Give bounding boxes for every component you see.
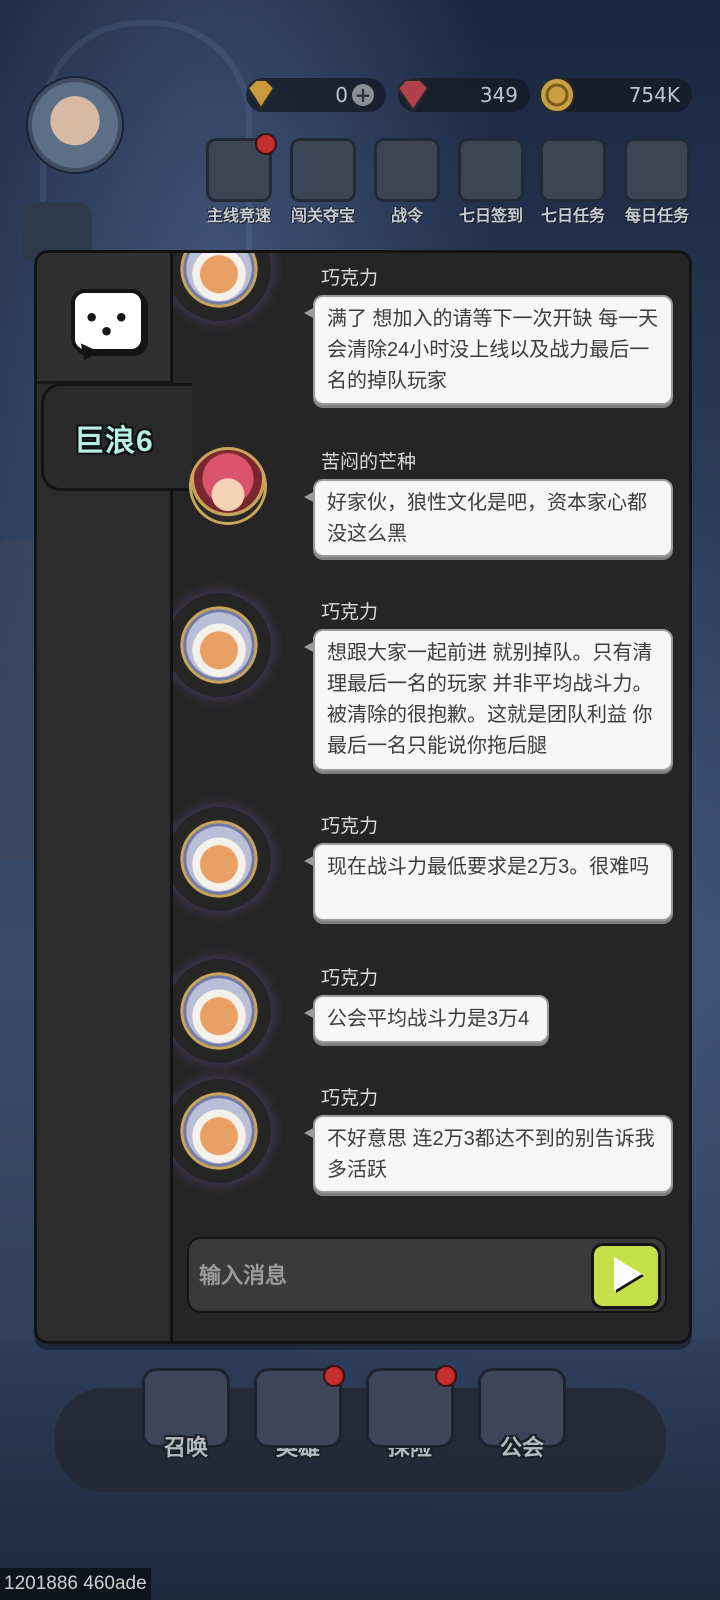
tiger-avatar[interactable] [173, 807, 271, 911]
quick-seven-day-tasks[interactable]: 七日任务 [534, 138, 612, 225]
tiger-avatar[interactable] [173, 1079, 271, 1183]
quick-daily-tasks[interactable]: 每日任务 [618, 138, 696, 225]
nav-label: 公会 [499, 1435, 544, 1460]
nav-label: 召唤 [163, 1435, 208, 1460]
sender-name: 巧克力 [321, 1088, 379, 1109]
message-text: 现在战斗力最低要求是2万3。很难吗 [304, 843, 673, 921]
tiger-avatar[interactable] [173, 593, 271, 697]
quick-label: 七日签到 [458, 208, 523, 225]
coin-icon [539, 77, 575, 113]
flag-icon [374, 138, 440, 202]
girl-avatar[interactable] [189, 447, 267, 525]
quick-label: 主线竞速 [206, 208, 271, 225]
currency-coin: 754K [539, 77, 692, 113]
sender-name: 巧克力 [321, 816, 379, 837]
trophy-icon [206, 133, 277, 202]
message-input[interactable] [189, 1239, 591, 1313]
add-gem-button[interactable]: + [352, 84, 374, 106]
sender-name: 巧克力 [321, 968, 379, 989]
notification-dot [323, 1365, 345, 1387]
message-text: 好家伙，狼性文化是吧，资本家心都没这么黑 [304, 479, 673, 557]
chat-bubble-icon: • • • [71, 289, 145, 365]
send-arrow-icon [614, 1257, 642, 1291]
quick-label: 战令 [390, 208, 423, 225]
message-text: 公会平均战斗力是3万4 [304, 995, 549, 1043]
helmet-icon [540, 138, 606, 202]
tiger-avatar[interactable] [173, 959, 271, 1063]
message-text: 满了 想加入的请等下一次开缺 每一天会清除24小时没上线以及战力最后一名的掉队玩… [304, 295, 673, 405]
calendar-icon [458, 138, 524, 202]
chat-channel-header: • • • [37, 253, 170, 384]
message-list[interactable]: 巧克力 满了 想加入的请等下一次开缺 每一天会清除24小时没上线以及战力最后一名… [173, 253, 689, 1233]
sender-name: 巧克力 [321, 602, 379, 623]
quick-battle-pass[interactable]: 战令 [368, 138, 446, 225]
compass-icon [366, 1365, 457, 1448]
tab-guild-channel-label: 巨浪6 [74, 425, 154, 458]
wolf-icon [290, 138, 356, 202]
nav-summon[interactable]: 召唤 [138, 1368, 234, 1478]
quick-seven-day-signin[interactable]: 七日签到 [452, 138, 530, 225]
message-text: 不好意思 连2万3都达不到的别告诉我多活跃 [304, 1115, 673, 1193]
shield-icon [254, 1365, 345, 1448]
nav-heroes[interactable]: 英雄 [250, 1365, 346, 1478]
message-text: 想跟大家一起前进 就别掉队。只有清理最后一名的玩家 并非平均战斗力。被清除的很抱… [304, 629, 673, 771]
quick-label: 每日任务 [624, 208, 689, 225]
quick-stage-treasure[interactable]: 闯关夺宝 [284, 138, 362, 225]
nav-guild[interactable]: 公会 [474, 1368, 570, 1478]
player-avatar[interactable] [28, 78, 122, 172]
currency-gem-value: 0 [335, 83, 348, 107]
currency-ruby: 349 [396, 78, 530, 112]
quick-label: 七日任务 [540, 208, 605, 225]
tiger-avatar[interactable] [173, 253, 271, 321]
sender-name: 苦闷的芒种 [321, 452, 417, 473]
build-id: 1201886 460ade [0, 1568, 151, 1600]
scroll-icon [624, 138, 690, 202]
nav-explore[interactable]: 探险 [362, 1365, 458, 1478]
sender-name: 巧克力 [321, 268, 379, 289]
quick-label: 闯关夺宝 [290, 208, 355, 225]
currency-gem: 0 + [246, 78, 386, 112]
ruby-icon [396, 79, 430, 112]
chat-panel: • • • 巨浪6 巧克力 满了 想加入的请等下一次开缺 每一天会清除24小时没… [34, 250, 692, 1344]
chat-sidebar: • • • 巨浪6 [37, 253, 192, 1341]
tab-guild-channel[interactable]: 巨浪6 [41, 383, 192, 491]
send-button[interactable] [591, 1243, 661, 1309]
notification-dot [255, 133, 277, 155]
gem-icon [246, 79, 276, 110]
currency-coin-value: 754K [628, 83, 680, 107]
currency-ruby-value: 349 [479, 83, 518, 107]
notification-dot [435, 1365, 457, 1387]
quick-main-race[interactable]: 主线竞速 [200, 133, 278, 225]
message-input-row [187, 1237, 667, 1313]
